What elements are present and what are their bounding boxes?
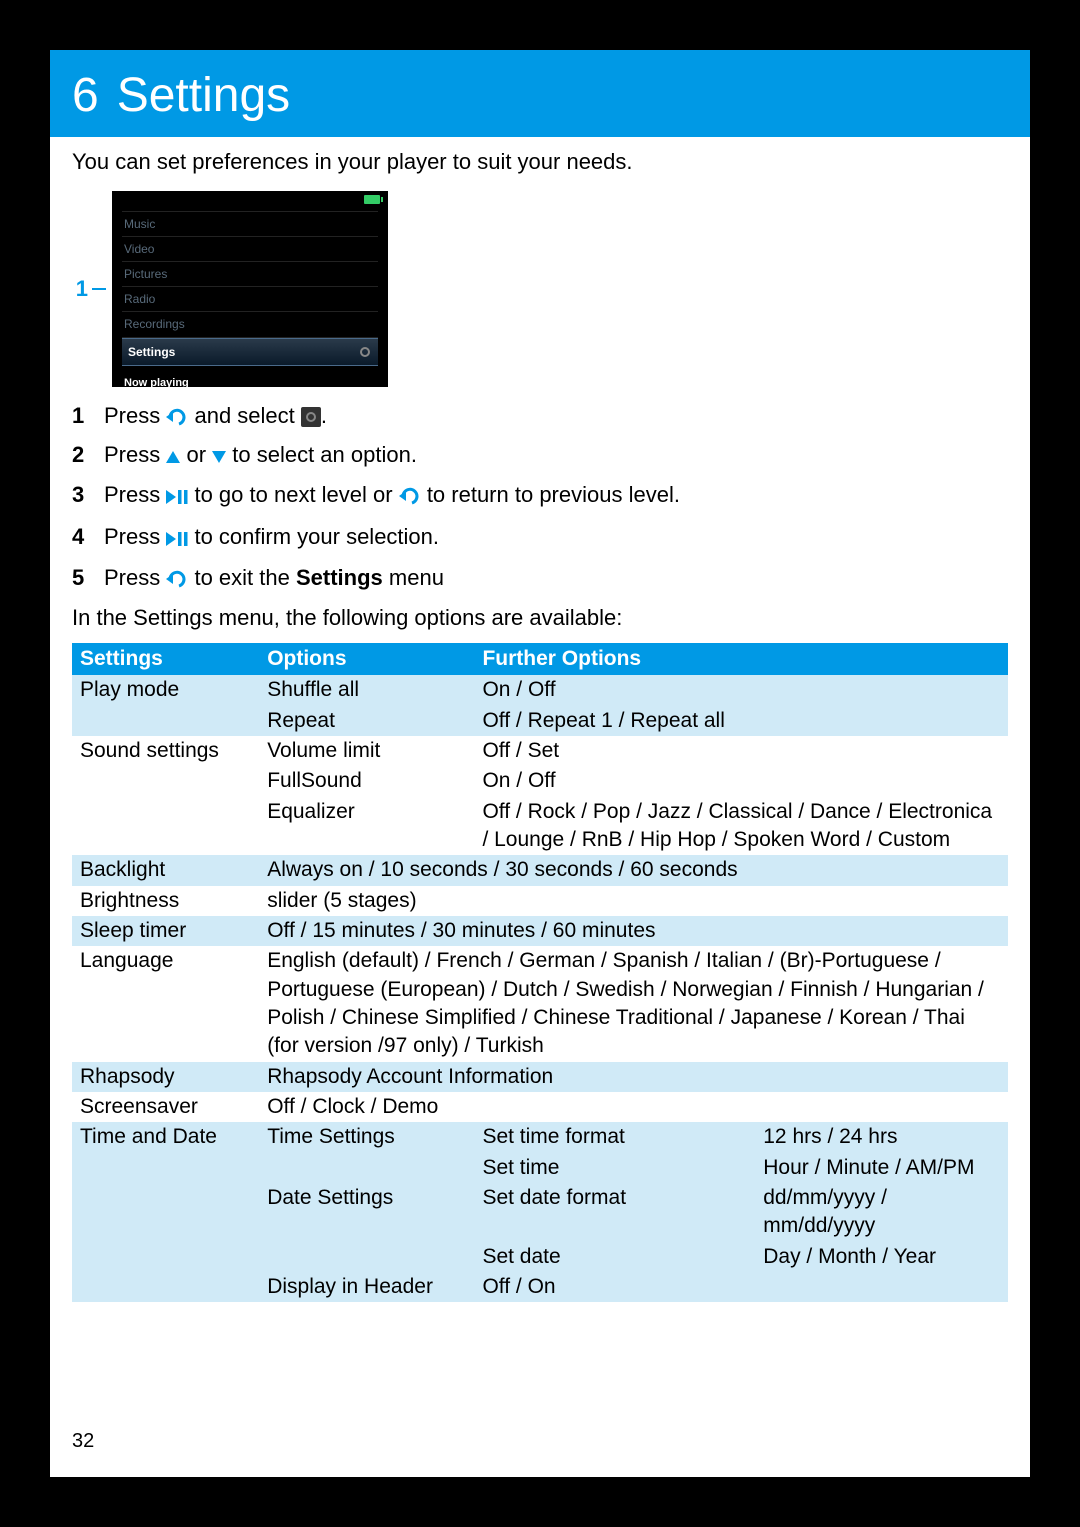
menu-item-label: Settings (128, 344, 175, 360)
callout-dash (92, 288, 106, 290)
back-icon (166, 566, 188, 584)
table-row: Sound settingsVolume limitOff / Set (72, 736, 1008, 766)
step-5: Press to exit the Settings menu (72, 563, 1008, 593)
menu-item: Radio (122, 287, 378, 312)
callout-marker: 1 (72, 191, 112, 387)
gear-icon (358, 345, 372, 359)
step-2: Press or to select an option. (72, 440, 1008, 470)
table-row: Time and DateTime SettingsSet time forma… (72, 1122, 1008, 1152)
chapter-number: 6 (72, 69, 99, 122)
back-icon (166, 404, 188, 422)
table-row: Date SettingsSet date formatdd/mm/yyyy /… (72, 1183, 1008, 1242)
col-options: Options (259, 643, 474, 675)
back-icon (399, 483, 421, 501)
col-settings: Settings (72, 643, 259, 675)
step-4: Press to confirm your selection. (72, 522, 1008, 554)
gear-icon (301, 407, 321, 427)
menu-item: Music (122, 211, 378, 237)
table-header-row: Settings Options Further Options (72, 643, 1008, 675)
table-row: ScreensaverOff / Clock / Demo (72, 1092, 1008, 1122)
chapter-title: Settings (117, 69, 290, 122)
table-row: Set timeHour / Minute / AM/PM (72, 1153, 1008, 1183)
table-row: BacklightAlways on / 10 seconds / 30 sec… (72, 855, 1008, 885)
down-icon (212, 451, 226, 463)
table-row: Play modeShuffle allOn / Off (72, 675, 1008, 705)
steps-list: Press and select . Press or to select an… (72, 401, 1008, 593)
table-row: LanguageEnglish (default) / French / Ger… (72, 946, 1008, 1061)
menu-item: Pictures (122, 262, 378, 287)
device-screen: Music Video Pictures Radio Recordings Se… (112, 191, 388, 387)
device-screenshot-block: 1 Music Video Pictures Radio Recordings … (72, 191, 1008, 387)
menu-item: Video (122, 237, 378, 262)
up-icon (166, 451, 180, 463)
settings-options-table: Settings Options Further Options Play mo… (72, 643, 1008, 1303)
table-row: RhapsodyRhapsody Account Information (72, 1062, 1008, 1092)
battery-icon (364, 195, 380, 204)
table-row: Set dateDay / Month / Year (72, 1242, 1008, 1272)
table-row: Sleep timerOff / 15 minutes / 30 minutes… (72, 916, 1008, 946)
table-row: RepeatOff / Repeat 1 / Repeat all (72, 706, 1008, 736)
col-further: Further Options (474, 643, 1008, 675)
step-1: Press and select . (72, 401, 1008, 431)
table-row: EqualizerOff / Rock / Pop / Jazz / Class… (72, 797, 1008, 856)
menu-item: Recordings (122, 312, 378, 337)
table-row: Display in HeaderOff / On (72, 1272, 1008, 1302)
intro-text: You can set preferences in your player t… (72, 147, 1008, 177)
menu-item-now-playing: Now playing (122, 366, 378, 395)
play-pause-icon (166, 524, 188, 554)
chapter-banner: 6 Settings (50, 50, 1030, 137)
menu-item-selected: Settings (122, 338, 378, 366)
table-row: FullSoundOn / Off (72, 766, 1008, 796)
callout-number: 1 (76, 274, 88, 304)
page-number: 32 (72, 1430, 94, 1453)
play-pause-icon (166, 482, 188, 512)
table-row: Brightnessslider (5 stages) (72, 886, 1008, 916)
step-3: Press to go to next level or to return t… (72, 480, 1008, 512)
outro-text: In the Settings menu, the following opti… (72, 603, 1008, 633)
